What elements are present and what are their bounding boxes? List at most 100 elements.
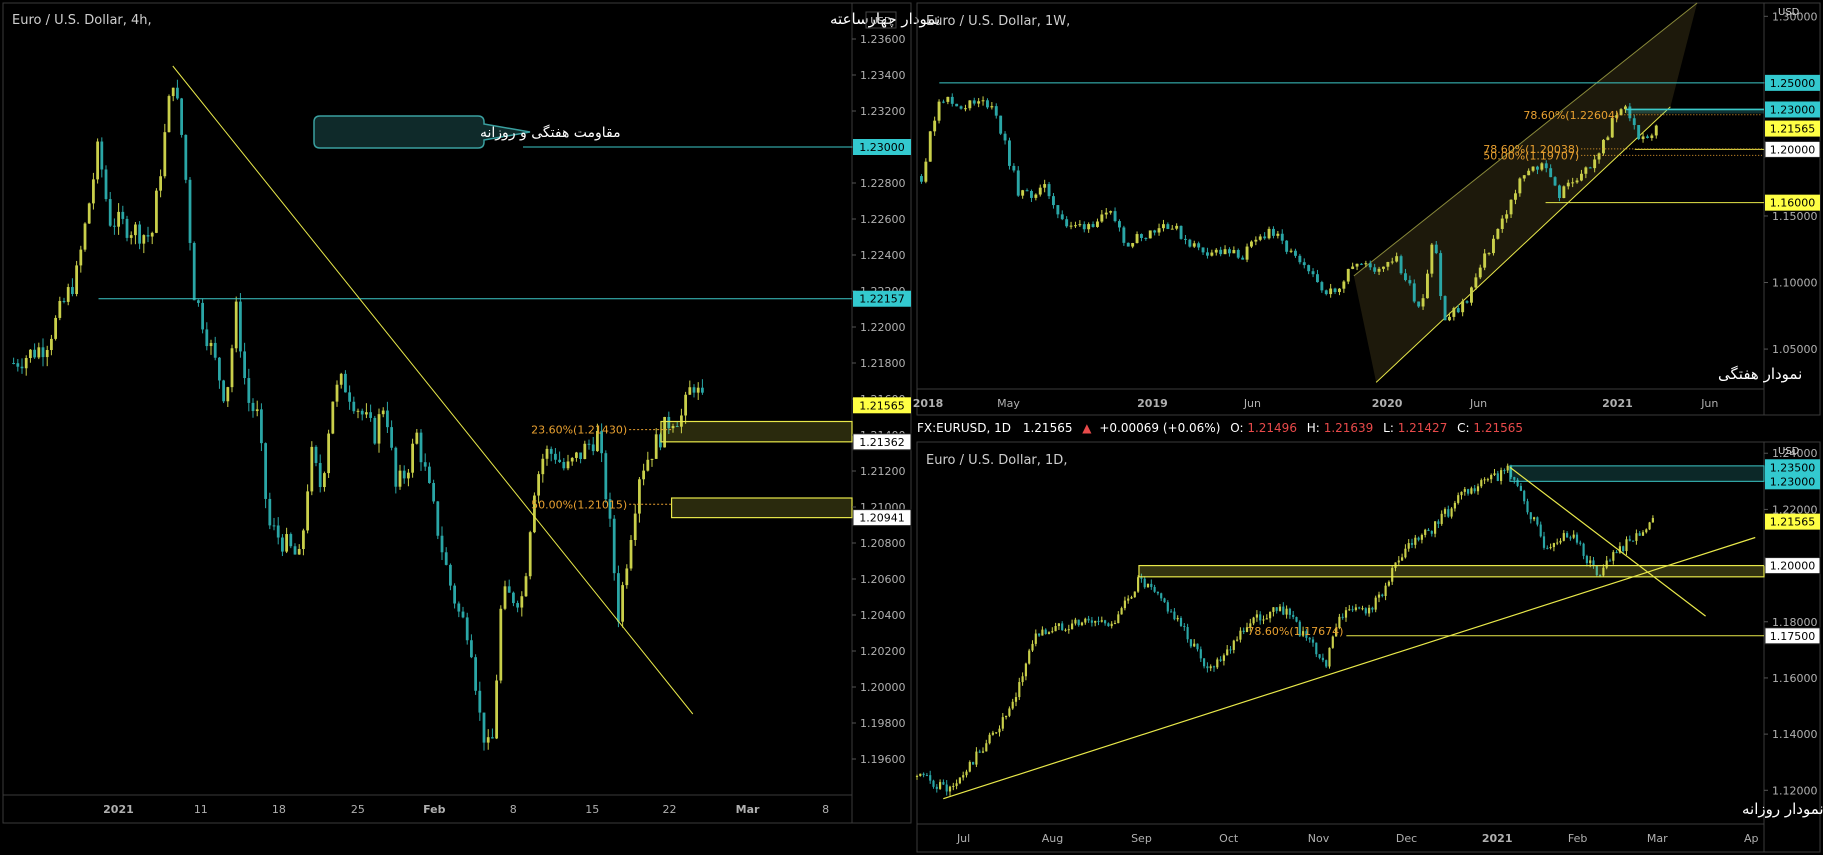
- candle-body: [1410, 543, 1414, 545]
- candle-body: [1354, 607, 1357, 610]
- candle-body: [50, 338, 53, 351]
- info-change: +0.00069 (+0.06%): [1099, 421, 1220, 435]
- price-tick-label: 1.20400: [860, 609, 906, 622]
- candle-body: [1047, 632, 1051, 634]
- candle-body: [1522, 175, 1526, 179]
- candle-body: [138, 224, 141, 244]
- candle-body: [1087, 618, 1090, 621]
- candle-body: [1533, 517, 1536, 520]
- candle-body: [587, 443, 591, 445]
- candle-body: [952, 785, 955, 787]
- candle-body: [71, 287, 74, 295]
- candle-body: [1585, 555, 1588, 564]
- price-tick-label: 1.23600: [860, 33, 906, 46]
- candle-body: [1456, 308, 1460, 313]
- candle-body: [925, 775, 928, 777]
- candle-body: [184, 134, 188, 180]
- candle-body: [1104, 212, 1108, 215]
- candle-body: [1346, 268, 1350, 282]
- candle-body: [633, 513, 637, 541]
- candle-body: [1255, 614, 1258, 618]
- candle-body: [465, 617, 469, 641]
- candle-body: [959, 106, 963, 109]
- candle-body: [1412, 283, 1416, 302]
- time-tick-label: Jun: [1469, 397, 1487, 410]
- time-tick-label: Jul: [956, 832, 970, 845]
- candle-body: [1427, 529, 1430, 532]
- candle-body: [948, 786, 952, 792]
- time-tick-label: 25: [351, 803, 365, 816]
- candle-body: [155, 190, 158, 233]
- info-symbol: FX:EURUSD, 1D: [917, 421, 1011, 435]
- candle-body: [1589, 560, 1592, 564]
- support-zone: [670, 497, 853, 519]
- candle-body: [1241, 257, 1245, 260]
- price-badge-label: 1.21565: [1770, 123, 1816, 136]
- candle-body: [436, 501, 440, 536]
- candle-body: [972, 100, 976, 104]
- time-tick-label: Dec: [1396, 832, 1417, 845]
- candle-body: [150, 232, 154, 237]
- chart-1d-title: Euro / U.S. Dollar, 1D,: [926, 453, 1067, 468]
- candle-body: [1546, 547, 1549, 549]
- candle-body: [945, 784, 948, 792]
- candle-body: [1503, 470, 1506, 472]
- candle-body: [1465, 301, 1469, 303]
- candle-body: [1434, 521, 1437, 534]
- candle-body: [946, 96, 950, 102]
- candle-body: [617, 573, 620, 622]
- candle-body: [1364, 608, 1367, 614]
- candle-body: [933, 120, 937, 132]
- price-badge-label: 1.23000: [1770, 103, 1816, 116]
- candle-body: [1437, 521, 1440, 524]
- candle-body: [1236, 639, 1239, 641]
- candle-body: [1014, 697, 1018, 702]
- chart-1w-title: Euro / U.S. Dollar, 1W,: [926, 14, 1070, 29]
- candle-body: [1377, 268, 1381, 272]
- candle-body: [1087, 224, 1091, 230]
- fib-level-label: 78.60%(1.17674): [1247, 625, 1343, 638]
- price-badge-label: 1.23500: [1770, 461, 1816, 474]
- candle-body: [432, 483, 435, 502]
- candle-body: [1447, 509, 1450, 517]
- candle-body: [272, 525, 276, 527]
- candle-body: [1556, 542, 1559, 544]
- candle-body: [100, 141, 104, 170]
- candle-body: [260, 409, 263, 444]
- candle-body: [955, 783, 958, 786]
- candle-body: [1183, 625, 1186, 628]
- price-tick-label: 1.18000: [1772, 616, 1818, 629]
- candle-body: [1654, 125, 1658, 136]
- candle-body: [1170, 611, 1173, 613]
- candle-body: [1275, 607, 1278, 611]
- candle-body: [344, 373, 347, 393]
- candle-body: [1424, 529, 1427, 535]
- candle-body: [1338, 288, 1341, 293]
- price-badge-label: 1.16000: [1770, 197, 1816, 210]
- candle-body: [1179, 225, 1183, 239]
- time-tick-label: 2021: [1602, 397, 1633, 410]
- candle-body: [1553, 177, 1557, 186]
- candle-body: [1267, 228, 1271, 239]
- candle-body: [1368, 263, 1372, 268]
- price-tick-label: 1.05000: [1772, 343, 1818, 356]
- candle-body: [461, 611, 465, 618]
- candle-body: [1184, 238, 1187, 240]
- candle-body: [499, 608, 503, 681]
- candle-body: [1448, 316, 1451, 321]
- candle-body: [1123, 600, 1126, 609]
- candle-body: [583, 443, 587, 460]
- candle-body: [1395, 256, 1399, 262]
- fib-level-label: 50.00%(1.19707): [1483, 149, 1579, 162]
- candle-body: [1500, 218, 1504, 229]
- candle-body: [1137, 577, 1140, 592]
- candle-body: [1320, 282, 1324, 291]
- candle-body: [1360, 263, 1363, 265]
- candle-body: [1127, 598, 1130, 601]
- candle-body: [1077, 619, 1080, 626]
- candle-body: [1232, 249, 1236, 254]
- price-badge-label: 1.22157: [859, 293, 905, 306]
- candle-body: [1034, 194, 1038, 198]
- candle-body: [1018, 682, 1021, 698]
- candle-body: [1588, 167, 1592, 169]
